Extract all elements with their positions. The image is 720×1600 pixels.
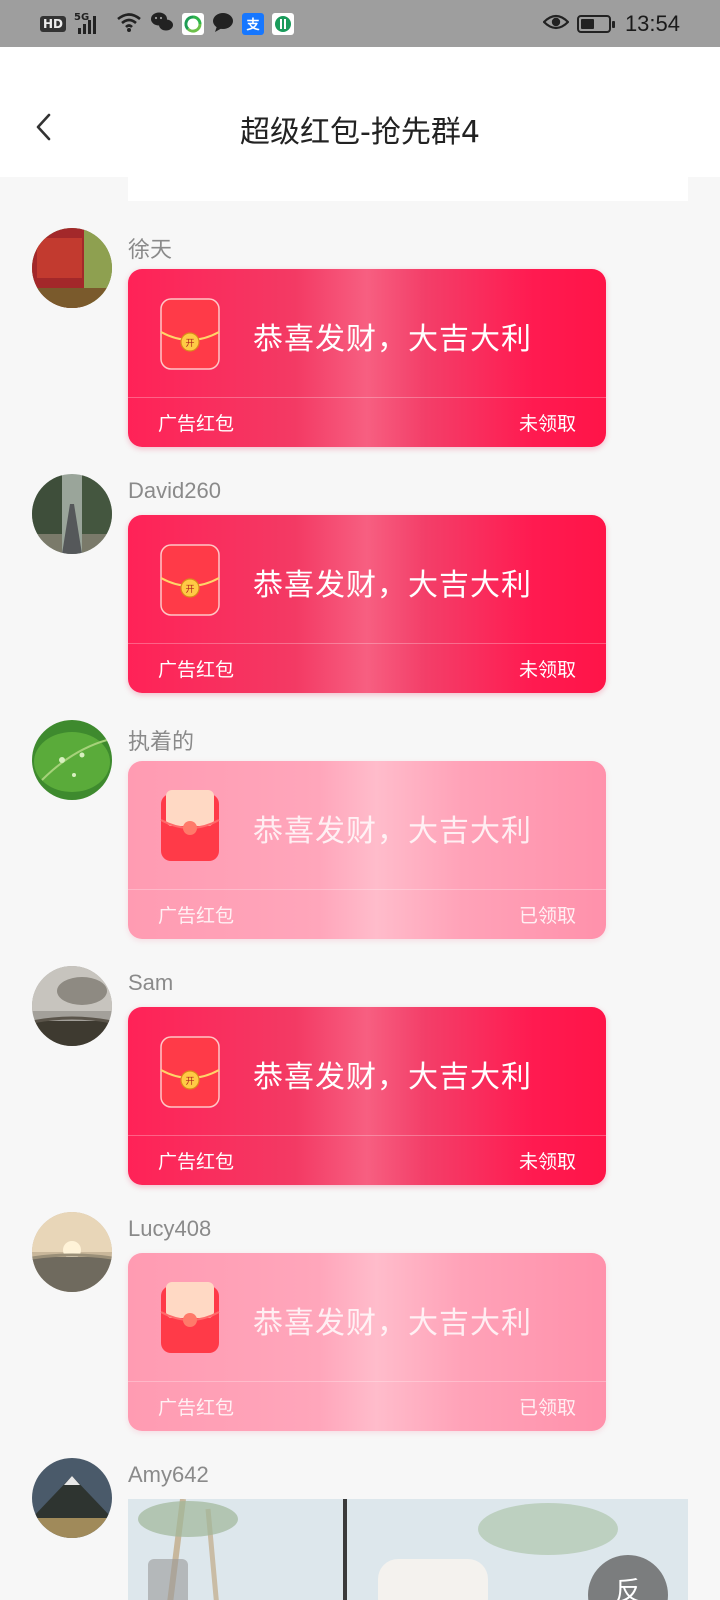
sender-name: Lucy408 bbox=[128, 1216, 212, 1241]
sender-name: Sam bbox=[128, 970, 174, 995]
packet-greeting: 恭喜发财，大吉大利 bbox=[253, 322, 532, 357]
wifi-icon bbox=[116, 11, 142, 37]
red-packet-icon: 开 bbox=[160, 1036, 220, 1108]
packet-greeting: 恭喜发财，大吉大利 bbox=[253, 1060, 532, 1095]
previous-message-bottom bbox=[128, 177, 688, 201]
packet-status: 未领取 bbox=[518, 659, 576, 681]
wechat-icon bbox=[150, 11, 174, 37]
bank-app-icon bbox=[272, 12, 295, 35]
sender-name: 徐天 bbox=[128, 237, 173, 262]
packet-status: 已领取 bbox=[518, 905, 576, 927]
sender-name: 执着的 bbox=[128, 729, 195, 754]
alipay-icon: 支 bbox=[242, 12, 265, 35]
eye-icon bbox=[542, 12, 570, 36]
page-title: 超级红包-抢先群4 bbox=[240, 115, 480, 150]
app-header: 超级红包-抢先群4 bbox=[0, 47, 720, 177]
status-bar-right: 13:54 bbox=[542, 0, 680, 47]
svg-text:开: 开 bbox=[185, 338, 194, 349]
avatar[interactable] bbox=[32, 1212, 112, 1292]
red-packet-card[interactable]: 恭喜发财，大吉大利 广告红包 已领取 bbox=[128, 761, 606, 939]
status-bar-left: HD 5G 支 bbox=[40, 0, 295, 47]
packet-divider bbox=[128, 889, 606, 890]
chat-bubble-icon bbox=[212, 11, 234, 37]
red-packet-card[interactable]: 恭喜发财，大吉大利 广告红包 已领取 bbox=[128, 1253, 606, 1431]
packet-greeting: 恭喜发财，大吉大利 bbox=[253, 568, 532, 603]
avatar[interactable] bbox=[32, 228, 112, 308]
packet-divider bbox=[128, 1135, 606, 1136]
packet-greeting: 恭喜发财，大吉大利 bbox=[253, 1306, 532, 1341]
avatar[interactable] bbox=[32, 1458, 112, 1538]
avatar[interactable] bbox=[32, 966, 112, 1046]
packet-type-label: 广告红包 bbox=[158, 1397, 235, 1419]
recycle-app-icon bbox=[182, 12, 205, 35]
opened-red-packet-icon bbox=[160, 1282, 220, 1353]
clock-time: 13:54 bbox=[624, 10, 680, 36]
red-packet-icon: 开 bbox=[160, 544, 220, 616]
red-packet-card[interactable]: 开 恭喜发财，大吉大利 广告红包 未领取 bbox=[128, 1007, 606, 1185]
red-packet-icon: 开 bbox=[160, 298, 220, 370]
packet-status: 未领取 bbox=[518, 413, 576, 435]
red-packet-card[interactable]: 开 恭喜发财，大吉大利 广告红包 未领取 bbox=[128, 269, 606, 447]
sender-name: Amy642 bbox=[128, 1462, 209, 1487]
battery-icon bbox=[576, 14, 615, 33]
hd-icon: HD bbox=[40, 15, 67, 32]
packet-status: 未领取 bbox=[518, 1151, 576, 1173]
sender-name: David260 bbox=[128, 478, 221, 503]
status-bar: HD 5G 支 13:54 bbox=[0, 0, 720, 47]
packet-type-label: 广告红包 bbox=[158, 1151, 235, 1173]
packet-type-label: 广告红包 bbox=[158, 659, 235, 681]
red-packet-card[interactable]: 开 恭喜发财，大吉大利 广告红包 未领取 bbox=[128, 515, 606, 693]
packet-type-label: 广告红包 bbox=[158, 413, 235, 435]
svg-text:开: 开 bbox=[185, 584, 194, 595]
packet-divider bbox=[128, 643, 606, 644]
packet-type-label: 广告红包 bbox=[158, 905, 235, 927]
packet-greeting: 恭喜发财，大吉大利 bbox=[253, 814, 532, 849]
packet-status: 已领取 bbox=[518, 1397, 576, 1419]
packet-divider bbox=[128, 1381, 606, 1382]
avatar[interactable] bbox=[32, 720, 112, 800]
packet-divider bbox=[128, 397, 606, 398]
signal-icon: 5G bbox=[74, 12, 108, 36]
opened-red-packet-icon bbox=[160, 790, 220, 861]
svg-text:开: 开 bbox=[185, 1076, 194, 1087]
avatar[interactable] bbox=[32, 474, 112, 554]
